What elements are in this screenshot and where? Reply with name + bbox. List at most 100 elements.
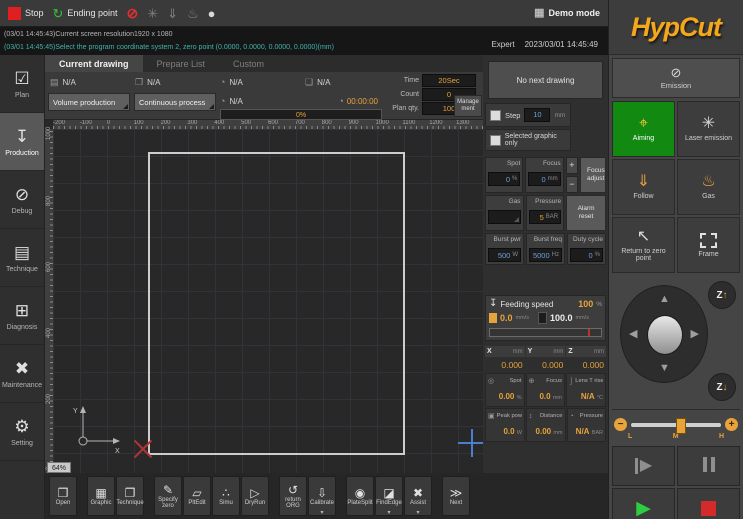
toolbar-button[interactable]: ⇩ Calibrate ▾: [308, 476, 336, 516]
sidebar-item[interactable]: ⊞ Diagnosis: [0, 287, 44, 345]
drawing-rectangle[interactable]: [148, 152, 405, 455]
toolbar-button[interactable]: ❒ Open ▾: [49, 476, 77, 516]
checklist-icon: ☑: [14, 69, 29, 89]
debug-icon: ⊘: [15, 185, 29, 205]
toolbar-button-label: Simu: [219, 500, 233, 506]
speed-minus-button[interactable]: −: [614, 418, 627, 431]
emission-icon: ⊘: [671, 66, 682, 79]
aiming-dot-icon[interactable]: ●: [208, 7, 216, 20]
speed-plus-button[interactable]: +: [725, 418, 738, 431]
tab[interactable]: Prepare List: [143, 55, 220, 72]
toolbar-button-label: Graphic: [91, 500, 112, 506]
next-drawing-box: No next drawing: [488, 61, 603, 99]
emission-button[interactable]: ⊘ Emission: [612, 58, 740, 98]
z-up-button[interactable]: Z ↑: [708, 281, 736, 309]
drawing-info-panel: ▤ N/A ❐ N/A ◔ N/A ❏ N/A: [45, 72, 483, 120]
laser-disabled-icon[interactable]: ⊘: [126, 6, 138, 20]
sensor-unit: BAR: [592, 430, 603, 436]
zoom-level-badge[interactable]: 64%: [47, 462, 71, 473]
duty-cycle-input[interactable]: 0 %: [570, 248, 603, 262]
step-checkbox[interactable]: [490, 110, 501, 121]
process-mode-select[interactable]: Continuous process: [134, 93, 216, 111]
frame-button[interactable]: Frame: [677, 217, 740, 273]
canvas-grid[interactable]: Y X: [53, 129, 483, 473]
burst-freq-input[interactable]: 5000 Hz: [529, 248, 562, 262]
toolbar-button[interactable]: ◉ PlateSplit ▾: [346, 476, 374, 516]
toolbar-button[interactable]: ▷ DryRun ▾: [241, 476, 269, 516]
pause-button[interactable]: [677, 446, 740, 486]
jog-left-icon[interactable]: ◀: [629, 329, 637, 340]
gas-select[interactable]: [488, 210, 521, 224]
laser-emission-button[interactable]: ✳ Laser emission: [677, 101, 740, 157]
step-run-button[interactable]: ▶: [612, 446, 675, 486]
toolbar-button[interactable]: ▦ Graphic ▾: [87, 476, 115, 516]
toolbar-button[interactable]: ✎ Specify zero ▾: [154, 476, 182, 516]
laser-icon[interactable]: ✳: [147, 7, 158, 20]
jog-right-icon[interactable]: ▶: [691, 329, 699, 340]
sensor-value: 0.00: [499, 392, 515, 401]
sidebar-item[interactable]: ▤ Technique: [0, 229, 44, 287]
gas-icon: ♨: [701, 174, 715, 190]
toolbar-button[interactable]: ❐ Technique ▾: [116, 476, 144, 516]
toolbar-button[interactable]: ▱ PltEdit ▾: [183, 476, 211, 516]
copy-icon: ❐: [135, 78, 143, 87]
step-value-input[interactable]: 10: [524, 108, 550, 122]
focus-input[interactable]: 0 mm: [528, 172, 560, 186]
start-icon: ▶: [636, 499, 651, 518]
axis-value: 0.000: [485, 358, 525, 372]
run-status: ◔ N/A ◔ 00:00:00 0%: [220, 93, 382, 120]
gas-icon[interactable]: ♨: [187, 7, 199, 20]
toolbar-button-label: Specify zero: [158, 497, 178, 509]
sidebar-item[interactable]: ⚙ Setting: [0, 403, 44, 461]
burst-pwr-input[interactable]: 500 W: [488, 248, 521, 262]
production-mode-select[interactable]: Volume production: [48, 93, 130, 111]
stop-button[interactable]: Stop: [8, 7, 44, 20]
pressure-input[interactable]: 5 BAR: [529, 210, 562, 224]
sidebar-item[interactable]: ☑ Plan: [0, 55, 44, 113]
toolbar-button[interactable]: ◪ FindEdge ▾: [375, 476, 403, 516]
focus-minus-button[interactable]: −: [566, 176, 578, 193]
ruler-tick-label: -100: [80, 120, 107, 129]
jog-pad[interactable]: ▲ ▼ ◀ ▶: [620, 285, 708, 383]
feeding-speed-slider[interactable]: [489, 328, 602, 337]
toolbar-button[interactable]: ✖ Assist ▾: [404, 476, 432, 516]
spot-input[interactable]: 0 %: [488, 172, 520, 186]
sidebar-item-label: Plan: [15, 92, 29, 99]
selected-graphic-checkbox[interactable]: [490, 135, 501, 146]
focus-adjust-button[interactable]: Focus adjust: [580, 157, 606, 193]
z-down-button[interactable]: Z ↓: [708, 373, 736, 401]
jog-up-icon[interactable]: ▲: [659, 294, 670, 305]
feeding-current-value: 0.0: [500, 313, 513, 323]
aiming-label: Aiming: [633, 135, 654, 142]
ruler-tick-label: 1000: [46, 132, 52, 140]
start-button[interactable]: ▶: [612, 488, 675, 519]
tab[interactable]: Custom: [219, 55, 278, 72]
tab[interactable]: Current drawing: [45, 55, 143, 72]
ending-point-button[interactable]: ↻ Ending point: [53, 7, 118, 20]
aiming-button[interactable]: ⌖ Aiming: [612, 101, 675, 157]
speed-slider-handle[interactable]: [676, 418, 686, 434]
speed-slider-track[interactable]: [631, 423, 721, 427]
toolbar-button[interactable]: ∴ Simu ▾: [212, 476, 240, 516]
gas-button[interactable]: ♨ Gas: [677, 159, 740, 215]
jog-down-icon[interactable]: ▼: [659, 363, 670, 374]
alarm-reset-button[interactable]: Alarm reset: [566, 195, 606, 231]
sidebar-item-label: Debug: [12, 208, 33, 215]
return-zero-button[interactable]: ↖ Return to zero point: [612, 217, 675, 273]
drawing-meta-cell: ◔ N/A: [215, 78, 300, 87]
follow-button[interactable]: ⇓ Follow: [612, 159, 675, 215]
toolbar-button[interactable]: ≫ Next ▾: [442, 476, 470, 516]
management-button[interactable]: Management: [454, 95, 482, 117]
drawing-canvas: -200-10001002003004005006007008009001000…: [45, 120, 483, 473]
follow-icon[interactable]: ⇓: [167, 7, 178, 20]
sidebar-item[interactable]: ✖ Maintenance: [0, 345, 44, 403]
top-toolbar: Stop ↻ Ending point ⊘ ✳ ⇓ ♨ ● ▦ Demo mod…: [0, 0, 608, 27]
jog-center-button[interactable]: [647, 315, 683, 355]
focus-plus-button[interactable]: +: [566, 157, 578, 174]
sidebar-item[interactable]: ⊘ Debug: [0, 171, 44, 229]
sidebar-item[interactable]: ↧ Production: [0, 113, 44, 171]
stop-run-button[interactable]: [677, 488, 740, 519]
duty-cycle-unit: %: [595, 252, 600, 258]
toolbar-button[interactable]: ↺ return ORG ▾: [279, 476, 307, 516]
feeding-slider-marker[interactable]: [588, 329, 590, 336]
